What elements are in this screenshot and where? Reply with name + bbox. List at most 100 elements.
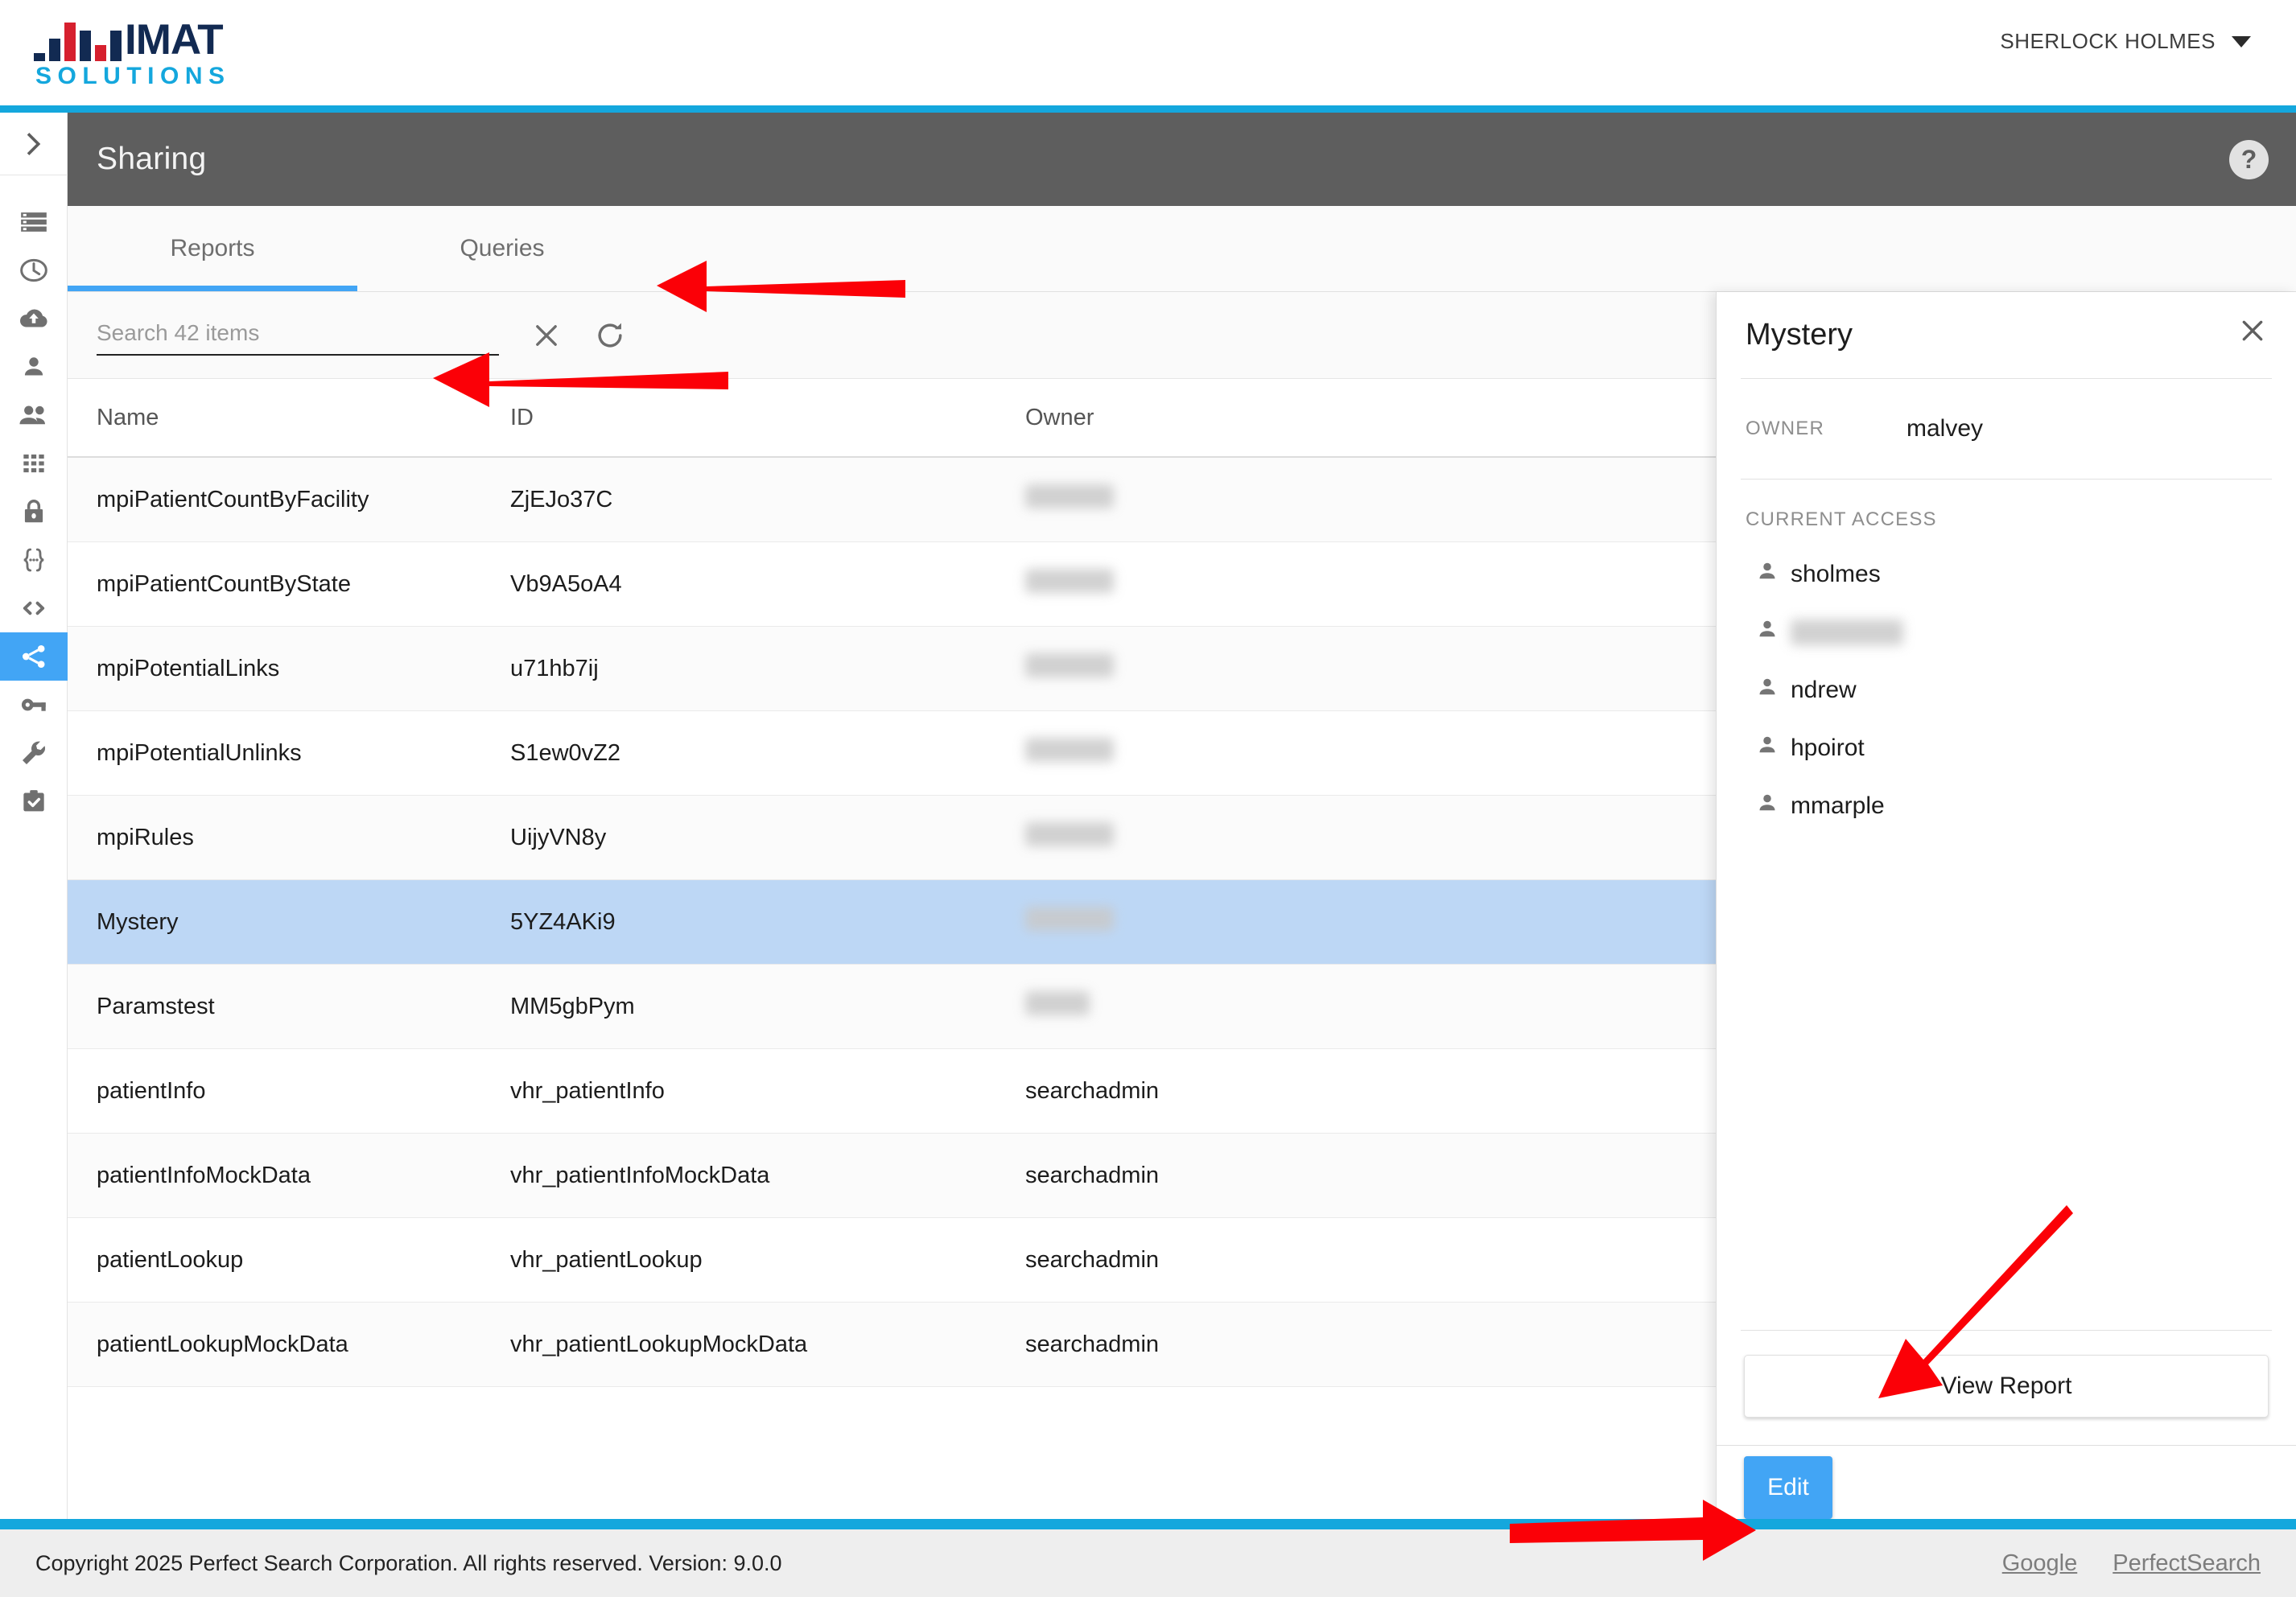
grid-icon [23, 454, 44, 473]
table-row[interactable]: patientInfoMockData vhr_patientInfoMockDa… [68, 1134, 1716, 1218]
cell-id: UijyVN8y [510, 824, 607, 850]
detail-panel-footer: Edit [1717, 1445, 2296, 1529]
cell-owner [1025, 484, 1347, 515]
cell-id: 5YZ4AKi9 [510, 908, 616, 935]
redacted-owner [1025, 484, 1114, 508]
table-row[interactable]: patientInfo vhr_patientInfo searchadmin [68, 1049, 1716, 1134]
items-list-pane: Name ID Owner mpiPatientCountByFacility Z… [68, 292, 1716, 1529]
redacted-owner [1025, 907, 1114, 931]
table-row[interactable]: mpiPatientCountByState Vb9A5oA4 [68, 542, 1716, 627]
detail-panel: Mystery OWNER malvey CURRENT ACCESS shol… [1716, 292, 2296, 1529]
list-icon [20, 212, 47, 232]
access-list-item-label: hpoirot [1791, 735, 1865, 761]
refresh-button[interactable] [592, 318, 628, 353]
access-list-item[interactable]: sholmes [1755, 545, 2296, 603]
footer-link-perfectsearch[interactable]: PerfectSearch [2113, 1550, 2261, 1577]
sidebar-item-tasks[interactable] [0, 777, 68, 825]
sidebar-item-user[interactable] [0, 343, 68, 391]
column-header-id[interactable]: ID [510, 405, 1025, 431]
search-input[interactable] [97, 319, 499, 346]
icon-sidebar [0, 113, 68, 1529]
footer-links: Google PerfectSearch [2002, 1550, 2261, 1577]
sidebar-item-apps[interactable] [0, 439, 68, 488]
access-list-item-label: mmarple [1791, 792, 1885, 819]
sidebar-item-code[interactable] [0, 584, 68, 632]
sidebar-item-security[interactable] [0, 488, 68, 536]
person-icon [1755, 675, 1779, 706]
table-row[interactable]: patientLookupMockData vhr_patientLookupMo… [68, 1303, 1716, 1387]
cell-owner [1025, 907, 1347, 937]
sidebar-item-json[interactable] [0, 536, 68, 584]
cell-owner [1025, 822, 1347, 853]
close-icon [536, 324, 557, 346]
table-row[interactable]: mpiPatientCountByFacility ZjEJo37C [68, 458, 1716, 542]
braces-icon [23, 548, 44, 572]
chevron-right-icon [27, 132, 40, 155]
edit-button[interactable]: Edit [1744, 1455, 1832, 1519]
search-toolbar [68, 292, 1716, 379]
cell-owner: searchadmin [1025, 1331, 1160, 1357]
lock-icon [24, 499, 43, 523]
access-list-item-label: ndrew [1791, 677, 1857, 703]
access-list-item[interactable]: mmarple [1755, 777, 2296, 835]
cell-name: mpiRules [97, 824, 194, 850]
tab-reports[interactable]: Reports [68, 206, 357, 291]
access-list-item[interactable]: hpoirot [1755, 719, 2296, 777]
table-header-row: Name ID Owner [68, 379, 1716, 458]
table-row[interactable]: mpiPotentialLinks u71hb7ij [68, 627, 1716, 711]
access-list-item-label [1791, 619, 1903, 645]
column-header-owner[interactable]: Owner [1025, 405, 1347, 431]
redacted-owner [1025, 822, 1114, 846]
sidebar-item-tools[interactable] [0, 729, 68, 777]
access-list-item[interactable]: ndrew [1755, 661, 2296, 719]
clear-search-button[interactable] [530, 319, 563, 352]
sidebar-item-keys[interactable] [0, 681, 68, 729]
tab-queries[interactable]: Queries [357, 206, 647, 291]
sidebar-expand-toggle[interactable] [0, 113, 68, 175]
table-row[interactable]: Mystery 5YZ4AKi9 [68, 880, 1716, 965]
column-header-name[interactable]: Name [68, 405, 510, 431]
cell-owner: searchadmin [1025, 1162, 1160, 1188]
logo-bars-icon [34, 16, 122, 61]
table-row[interactable]: mpiPotentialUnlinks S1ew0vZ2 [68, 711, 1716, 796]
cell-name: mpiPotentialLinks [97, 655, 280, 681]
user-menu[interactable]: SHERLOCK HOLMES [2000, 29, 2251, 54]
cell-name: patientLookupMockData [97, 1331, 348, 1357]
footer-link-google[interactable]: Google [2002, 1550, 2078, 1577]
sidebar-item-groups[interactable] [0, 391, 68, 439]
tab-bar: Reports Queries [68, 206, 2296, 292]
cell-owner [1025, 569, 1347, 599]
table-row[interactable]: Paramstest MM5gbPym [68, 965, 1716, 1049]
cell-id: MM5gbPym [510, 993, 635, 1019]
table-row[interactable]: patientLookup vhr_patientLookup searchadmi… [68, 1218, 1716, 1303]
sidebar-item-upload[interactable] [0, 294, 68, 343]
sidebar-item-sharing[interactable] [0, 632, 68, 681]
person-icon [24, 357, 43, 376]
sidebar-item-history[interactable] [0, 246, 68, 294]
cell-id: S1ew0vZ2 [510, 739, 621, 766]
top-accent-divider [0, 105, 2296, 113]
cell-name: mpiPatientCountByFacility [97, 486, 369, 512]
detail-divider-3 [1741, 1330, 2272, 1331]
cell-name: patientLookup [97, 1246, 244, 1273]
tab-reports-label: Reports [170, 235, 255, 261]
table-row[interactable]: mpiRules UijyVN8y [68, 796, 1716, 880]
redacted-owner [1025, 653, 1114, 677]
redacted-owner [1025, 738, 1114, 762]
detail-close-button[interactable] [2236, 315, 2269, 351]
tab-active-underline [68, 286, 357, 291]
help-icon[interactable]: ? [2229, 140, 2269, 179]
access-list-item-label: sholmes [1791, 561, 1881, 587]
detail-access-label: CURRENT ACCESS [1746, 508, 1937, 530]
detail-panel-header: Mystery [1717, 292, 2296, 378]
view-report-button[interactable]: View Report [1744, 1355, 2269, 1418]
cloud-upload-icon [19, 309, 47, 327]
code-icon [23, 601, 44, 615]
person-icon [1755, 791, 1779, 821]
sidebar-item-list[interactable] [0, 198, 68, 246]
cell-id: vhr_patientInfo [510, 1077, 665, 1104]
cell-id: u71hb7ij [510, 655, 599, 681]
access-list-item[interactable] [1755, 603, 2296, 661]
copyright-text: Copyright 2025 Perfect Search Corporatio… [35, 1550, 782, 1575]
footer-accent-divider [0, 1519, 2296, 1529]
